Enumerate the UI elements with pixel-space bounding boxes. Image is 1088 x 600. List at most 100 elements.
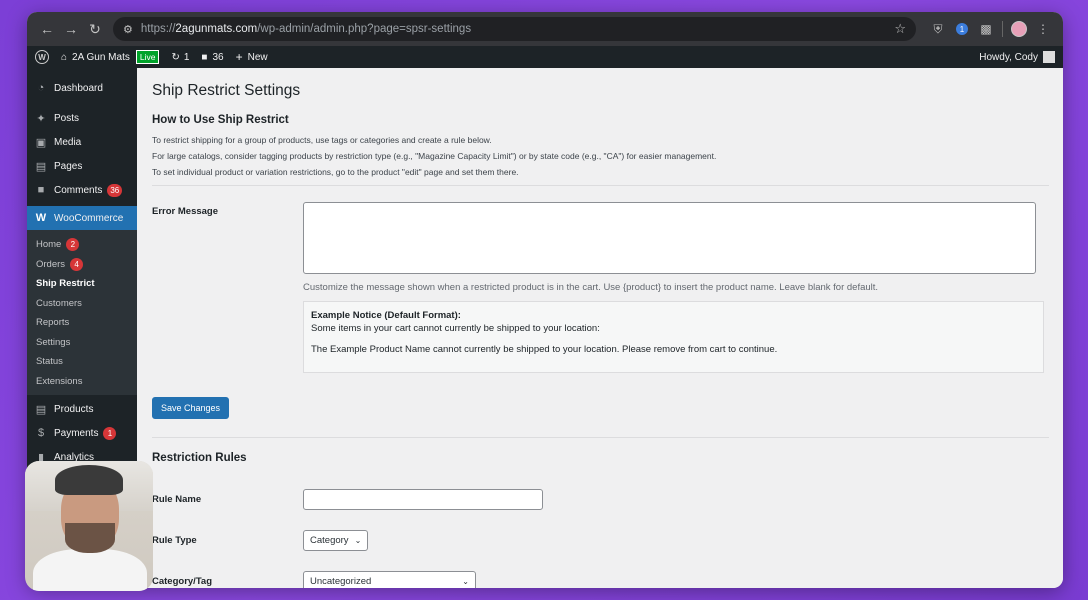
submenu-label: Status — [36, 356, 63, 368]
submenu-item-status[interactable]: Status — [27, 352, 137, 372]
help-line-1: To restrict shipping for a group of prod… — [152, 135, 492, 145]
updates-link[interactable]: ↻ 1 — [171, 52, 189, 63]
site-settings-icon[interactable]: ⚙ — [123, 23, 133, 36]
rule-name-input[interactable] — [303, 488, 543, 510]
submenu-item-extensions[interactable]: Extensions — [27, 372, 137, 392]
pages-icon: ▤ — [35, 160, 47, 173]
sidebar-item-comments[interactable]: ■ Comments 36 — [27, 178, 137, 202]
sidebar-item-payments[interactable]: $ Payments 1 — [27, 421, 137, 445]
submenu-item-ship-restrict[interactable]: Ship Restrict — [27, 274, 137, 294]
browser-toolbar: ← → ↻ ⚙ https://2agunmats.com/wp-admin/a… — [27, 12, 1063, 46]
woocommerce-logo-icon: W — [35, 212, 47, 224]
sidebar-item-posts[interactable]: ✦ Posts — [27, 106, 137, 130]
howdy-text: Howdy, Cody — [979, 51, 1038, 63]
home-badge: 2 — [66, 238, 80, 252]
sidebar-label: Payments — [54, 427, 99, 439]
address-bar[interactable]: ⚙ https://2agunmats.com/wp-admin/admin.p… — [113, 17, 916, 41]
submenu-label: Home — [36, 239, 62, 251]
pushpin-icon: ✦ — [36, 112, 46, 125]
page-title: Ship Restrict Settings — [152, 82, 301, 99]
sidebar-label: Comments — [54, 184, 103, 196]
updates-icon: ↻ — [171, 51, 180, 63]
rule-name-label: Rule Name — [152, 493, 202, 505]
rule-type-label: Rule Type — [152, 534, 197, 546]
back-arrow-icon[interactable]: ← — [35, 17, 59, 41]
webcam-person-shirt — [33, 549, 147, 591]
sidebar-item-woocommerce[interactable]: W WooCommerce — [27, 206, 137, 230]
howdy-account-menu[interactable]: Howdy, Cody — [979, 51, 1055, 63]
help-line-2: For large catalogs, consider tagging pro… — [152, 151, 717, 161]
comments-link[interactable]: ■ 36 — [201, 52, 223, 63]
url-scheme: https:// — [140, 23, 176, 35]
submenu-item-home[interactable]: Home 2 — [27, 235, 137, 255]
category-tag-label: Category/Tag — [152, 575, 213, 587]
reload-icon[interactable]: ↻ — [83, 17, 107, 41]
submenu-item-customers[interactable]: Customers — [27, 294, 137, 314]
submenu-label: Orders — [36, 258, 66, 270]
archive-box-icon: ▤ — [35, 403, 47, 416]
puzzle-extensions-icon[interactable]: ▩ — [974, 17, 998, 41]
example-notice: Example Notice (Default Format): Some it… — [303, 301, 1044, 373]
new-content-link[interactable]: + New — [236, 50, 268, 64]
sidebar-item-media[interactable]: ▣ Media — [27, 130, 137, 154]
submenu-item-orders[interactable]: Orders 4 — [27, 255, 137, 275]
error-message-textarea[interactable] — [303, 202, 1036, 274]
payments-badge: 1 — [103, 426, 117, 440]
save-changes-button[interactable]: Save Changes — [152, 397, 230, 419]
comment-bubble-icon: ■ — [201, 51, 208, 63]
restriction-rules-title: Restriction Rules — [152, 452, 247, 464]
sidebar-label: Media — [54, 136, 82, 148]
profile-avatar-icon[interactable] — [1007, 17, 1031, 41]
webcam-overlay — [25, 461, 153, 591]
toolbar-separator — [1002, 21, 1003, 37]
webcam-person-cap — [55, 465, 123, 495]
submenu-label: Settings — [36, 336, 71, 348]
submenu-item-settings[interactable]: Settings — [27, 333, 137, 353]
comments-badge: 36 — [107, 183, 123, 197]
dollar-icon: $ — [37, 427, 45, 439]
comments-count: 36 — [212, 51, 224, 63]
howto-title: How to Use Ship Restrict — [152, 114, 289, 126]
submenu-item-reports[interactable]: Reports — [27, 313, 137, 333]
plus-icon: + — [235, 50, 243, 64]
kebab-menu-icon[interactable]: ⋮ — [1031, 17, 1055, 41]
password-manager-extension-icon[interactable]: 1 — [950, 17, 974, 41]
browser-window: ← → ↻ ⚙ https://2agunmats.com/wp-admin/a… — [27, 12, 1063, 588]
divider — [152, 185, 1049, 186]
orders-badge: 4 — [70, 257, 84, 271]
sidebar-label: Pages — [54, 160, 83, 172]
media-icon: ▣ — [35, 136, 47, 149]
sidebar-label: Posts — [54, 112, 80, 124]
wordpress-logo-icon[interactable]: W — [35, 50, 49, 64]
dashboard-gauge-icon: ◔ — [37, 82, 45, 94]
example-notice-line-2: The Example Product Name cannot currentl… — [311, 344, 778, 355]
rule-name-row: Rule Name — [152, 488, 1049, 510]
shield-extension-icon[interactable]: ⛨ — [926, 17, 950, 41]
url-path: /wp-admin/admin.php?page=spsr-settings — [257, 23, 472, 35]
rule-type-row: Rule Type Category ⌄ — [152, 529, 1049, 551]
category-tag-row: Category/Tag Uncategorized ⌄ — [152, 570, 1049, 588]
user-avatar — [1043, 51, 1055, 63]
updates-count: 1 — [183, 51, 190, 63]
help-line-3: To set individual product or variation r… — [152, 167, 519, 177]
home-icon: ⌂ — [61, 51, 68, 63]
new-label: New — [247, 51, 268, 63]
error-message-description: Customize the message shown when a restr… — [303, 282, 879, 293]
category-tag-select[interactable]: Uncategorized ⌄ — [303, 570, 476, 588]
chevron-down-icon: ⌄ — [354, 535, 362, 545]
webcam-person-beard — [65, 523, 115, 553]
sidebar-label: WooCommerce — [54, 212, 124, 224]
site-name-link[interactable]: ⌂ 2A Gun Mats Live — [61, 50, 160, 64]
forward-arrow-icon[interactable]: → — [59, 17, 83, 41]
submenu-label: Ship Restrict — [36, 278, 95, 290]
sidebar-item-products[interactable]: ▤ Products — [27, 397, 137, 421]
sidebar-item-dashboard[interactable]: ◔ Dashboard — [27, 76, 137, 100]
sidebar-label: Products — [54, 403, 94, 415]
error-message-label: Error Message — [152, 206, 219, 217]
url-host: 2agunmats.com — [175, 23, 258, 35]
sidebar-item-pages[interactable]: ▤ Pages — [27, 154, 137, 178]
submenu-label: Extensions — [36, 375, 83, 387]
bookmark-star-icon[interactable]: ☆ — [894, 21, 906, 37]
rule-type-select[interactable]: Category ⌄ — [303, 529, 369, 551]
chevron-down-icon: ⌄ — [462, 576, 469, 586]
